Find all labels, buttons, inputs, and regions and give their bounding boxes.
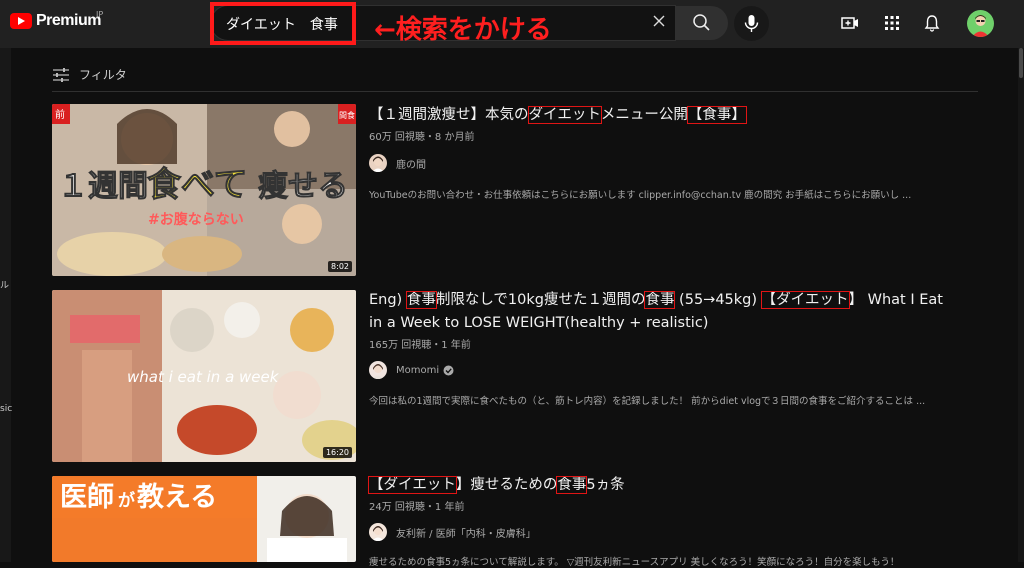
title-keyword-highlight: 食事 [405,291,437,309]
video-description: YouTubeのお問い合わせ・お仕事依頼はこちらにお願いします clipper.… [369,190,912,201]
video-duration: 16:20 [322,447,352,458]
avatar[interactable] [967,10,994,37]
filter-icon [53,67,69,82]
video-meta: 24万 回視聴・1 年前 [369,502,465,513]
verified-badge-icon [443,365,454,375]
search-highlight-box [210,2,356,45]
youtube-play-icon [10,13,32,29]
scrollbar-thumb[interactable] [1019,48,1023,78]
channel-link[interactable]: 友利新 / 医師「内科・皮膚科」 [369,523,536,541]
voice-search-button[interactable] [734,6,769,41]
annotation-text: ←検索をかける [374,15,552,45]
title-keyword-highlight: ダイエット [527,106,602,124]
thumbnail-image: 医師 が 教える [52,476,356,562]
bell-icon[interactable] [922,13,942,33]
title-segment: 5ヵ条 [586,477,625,493]
create-video-icon[interactable] [840,13,860,33]
video-meta: 60万 回視聴・8 か月前 [369,132,475,143]
video-title[interactable]: 【ダイエット】痩せるための食事5ヵ条 [368,474,625,497]
video-title[interactable]: Eng) 食事制限なしで10kg痩せた１週間の食事 (55→45kg) 【ダイエ… [369,289,943,312]
thumb-text: 医師 [60,482,114,513]
thumbnail-image: 前 間食 １週間 食べて 痩せる #お腹ならない [52,104,356,276]
video-thumbnail[interactable]: 前 間食 １週間 食べて 痩せる #お腹ならない 8:02 [52,104,356,276]
title-segment: Eng) [369,292,407,308]
title-segment: 】 What I Eat [848,292,943,308]
video-thumbnail[interactable]: what i eat in a week 16:20 [52,290,356,462]
divider [52,91,978,92]
video-thumbnail[interactable]: 医師 が 教える [52,476,356,562]
title-segment: 制限なしで10kg痩せた１週間の [435,292,646,308]
logo-text: Premium [36,12,101,29]
thumb-text: 教える [137,482,217,513]
channel-name: 鹿の間 [396,159,426,171]
search-button[interactable] [675,6,728,40]
scrollbar-track[interactable] [1018,48,1024,562]
channel-link[interactable]: Momomi [369,361,454,379]
filter-label: フィルタ [79,68,127,82]
thumb-text: 食べて [147,165,248,205]
search-icon [693,14,710,31]
thumb-text: 痩せる [258,169,348,204]
video-meta: 165万 回視聴・1 年前 [369,340,471,351]
title-segment: 】痩せるための [455,477,558,493]
channel-avatar [369,154,387,172]
title-segment: メニュー公開 [600,107,688,123]
channel-name: 友利新 / 医師「内科・皮膚科」 [396,528,536,540]
thumb-label: 前 [55,108,65,121]
title-segment: (55→45kg) [674,292,762,308]
thumb-label: 間食 [339,110,355,120]
guide-item-label[interactable]: sic [0,404,12,414]
logo-region: JP [96,10,104,19]
avatar-image [972,15,989,37]
title-keyword-highlight: 食事 [556,476,588,494]
thumb-text: １週間 [58,169,148,204]
channel-avatar [369,523,387,541]
title-segment: 【１週間激痩せ】本気の [369,107,529,123]
thumb-text: what i eat in a week [127,368,280,386]
guide-item-label[interactable]: ル [0,278,9,291]
video-title[interactable]: 【１週間激痩せ】本気のダイエットメニュー公開【食事】 [369,104,747,127]
thumbnail-image: what i eat in a week [52,290,356,462]
mic-icon [744,15,759,32]
apps-grid-icon[interactable] [882,13,902,33]
mini-guide [0,48,11,562]
title-keyword-highlight: 【食事】 [686,106,747,124]
thumb-text: #お腹ならない [148,211,244,228]
title-keyword-highlight: 【ダイエット [368,476,457,494]
close-icon[interactable] [651,13,667,29]
youtube-premium-logo[interactable]: Premium [10,12,101,30]
video-description: 今回は私の1週間で実際に食べたもの（と、筋トレ内容）を記録しました！ 前からdi… [369,396,926,407]
video-description: 痩せるための食事5ヵ条について解説します。 ▽週刊友利新ニュースアプリ 美しくな… [369,557,900,568]
thumb-text: が [118,490,135,511]
channel-name: Momomi [396,364,440,376]
channel-avatar [369,361,387,379]
title-keyword-highlight: 食事 [644,291,676,309]
channel-link[interactable]: 鹿の間 [369,154,426,172]
video-title-line2[interactable]: in a Week to LOSE WEIGHT(healthy + reali… [369,312,708,335]
title-keyword-highlight: 【ダイエット [760,291,850,309]
video-duration: 8:02 [328,261,352,272]
filter-button[interactable]: フィルタ [52,66,127,83]
